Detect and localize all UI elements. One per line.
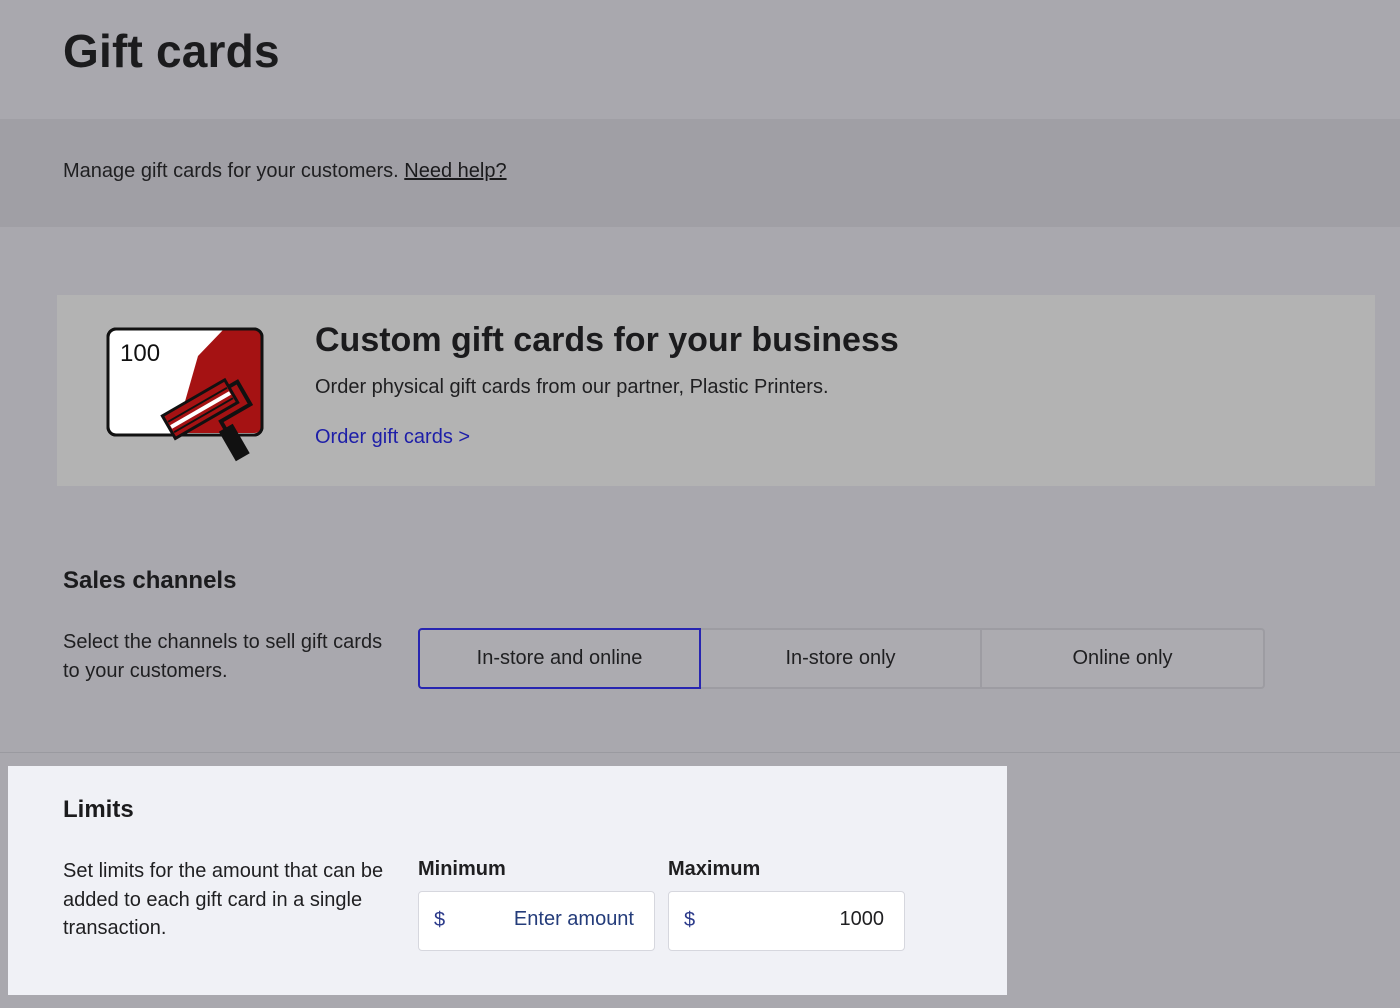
section-divider bbox=[0, 752, 1400, 753]
channel-option-in-store-only[interactable]: In-store only bbox=[699, 628, 982, 689]
page-title: Gift cards bbox=[63, 25, 280, 77]
sales-channels-description: Select the channels to sell gift cards t… bbox=[63, 631, 383, 682]
minimum-amount-input[interactable] bbox=[464, 908, 634, 931]
minimum-label: Minimum bbox=[418, 858, 506, 880]
maximum-amount-field[interactable]: $ bbox=[668, 891, 905, 951]
maximum-amount-input[interactable] bbox=[714, 908, 884, 931]
minimum-currency-symbol: $ bbox=[434, 909, 446, 931]
minimum-amount-field[interactable]: $ bbox=[418, 891, 655, 951]
page-description-text: Manage gift cards for your customers. bbox=[63, 160, 399, 182]
promo-heading: Custom gift cards for your business bbox=[315, 321, 899, 359]
maximum-label: Maximum bbox=[668, 858, 761, 880]
promo-subtext: Order physical gift cards from our partn… bbox=[315, 376, 829, 398]
limits-description: Set limits for the amount that can be ad… bbox=[63, 860, 384, 939]
maximum-currency-symbol: $ bbox=[684, 909, 696, 931]
sales-channels-heading: Sales channels bbox=[63, 567, 237, 594]
gift-card-value: 100 bbox=[120, 340, 160, 367]
need-help-link[interactable]: Need help? bbox=[404, 160, 506, 182]
sales-channel-selector: In-store and online In-store only Online… bbox=[418, 628, 1267, 689]
limits-heading: Limits bbox=[63, 796, 134, 823]
page-description: Manage gift cards for your customers. Ne… bbox=[63, 160, 507, 183]
gift-card-paint-roller-icon: 100 bbox=[106, 327, 264, 462]
channel-option-online-only[interactable]: Online only bbox=[980, 628, 1265, 689]
channel-option-in-store-and-online[interactable]: In-store and online bbox=[418, 628, 701, 689]
order-gift-cards-link[interactable]: Order gift cards > bbox=[315, 426, 470, 449]
